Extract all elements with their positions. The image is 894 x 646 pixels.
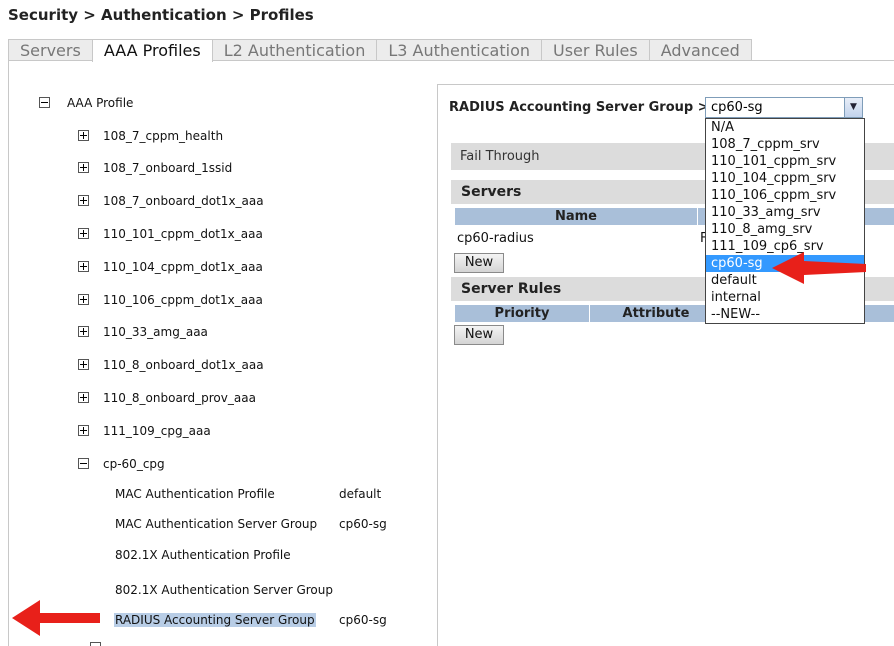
dropdown-option[interactable]: 110_33_amg_srv — [706, 204, 864, 221]
annotation-arrow-dropdown-icon — [772, 252, 866, 284]
tree-child-value: cp60-sg — [339, 613, 387, 627]
tree-child-value: cp60-sg — [339, 517, 387, 531]
expand-icon[interactable] — [78, 261, 89, 272]
expand-icon[interactable] — [78, 392, 89, 403]
tree-item-profile[interactable]: 108_7_onboard_1ssid — [103, 161, 232, 175]
dropdown-option[interactable]: --NEW-- — [706, 306, 864, 323]
tree-item-profile[interactable]: 110_104_cppm_dot1x_aaa — [103, 260, 263, 274]
expand-icon[interactable] — [78, 359, 89, 370]
breadcrumb: Security > Authentication > Profiles — [8, 6, 314, 24]
tree-child-label[interactable]: MAC Authentication Server Group — [115, 517, 317, 531]
column-header-name: Name — [554, 209, 597, 224]
select-value: cp60-sg — [711, 100, 763, 115]
column-header-priority: Priority — [494, 306, 550, 321]
expand-icon[interactable] — [78, 162, 89, 173]
content-border — [8, 61, 9, 646]
expand-icon[interactable] — [78, 326, 89, 337]
expand-icon[interactable] — [78, 228, 89, 239]
tab-aaa-profiles[interactable]: AAA Profiles — [91, 39, 213, 62]
tree-item-profile[interactable]: 110_8_onboard_prov_aaa — [103, 391, 256, 405]
tree-child-label[interactable]: 802.1X Authentication Profile — [115, 548, 291, 562]
dropdown-option[interactable]: 110_106_cppm_srv — [706, 187, 864, 204]
new-server-button[interactable]: New — [454, 253, 504, 273]
expand-icon[interactable] — [78, 130, 89, 141]
fail-through-label: Fail Through — [460, 149, 540, 164]
tree-item-profile[interactable]: 111_109_cpg_aaa — [103, 424, 211, 438]
tree-item-profile[interactable]: 110_106_cppm_dot1x_aaa — [103, 293, 263, 307]
tree-item-profile[interactable]: 108_7_cppm_health — [103, 129, 223, 143]
annotation-arrow-left-icon — [12, 600, 100, 636]
dropdown-option[interactable]: 110_101_cppm_srv — [706, 153, 864, 170]
tree-child-value: default — [339, 487, 382, 501]
tab-l3-authentication[interactable]: L3 Authentication — [376, 39, 542, 61]
server-group-dropdown-list: N/A 108_7_cppm_srv 110_101_cppm_srv 110_… — [705, 118, 865, 324]
collapse-icon[interactable] — [39, 97, 50, 108]
radius-accounting-server-group-label: RADIUS Accounting Server Group > — [449, 100, 709, 115]
dropdown-option[interactable]: 108_7_cppm_srv — [706, 136, 864, 153]
collapse-icon[interactable] — [90, 642, 101, 646]
tab-l2-authentication[interactable]: L2 Authentication — [211, 39, 378, 61]
server-row-name: cp60-radius — [457, 231, 534, 246]
tree-item-profile[interactable]: 108_7_onboard_dot1x_aaa — [103, 194, 264, 208]
tree-item-profile[interactable]: 110_101_cppm_dot1x_aaa — [103, 227, 263, 241]
tree-child-label-selected[interactable]: RADIUS Accounting Server Group — [114, 613, 316, 627]
expand-icon[interactable] — [78, 425, 89, 436]
tree-root-aaa-profile[interactable]: AAA Profile — [67, 96, 133, 110]
new-rule-button[interactable]: New — [454, 325, 504, 345]
tree-child-label[interactable]: 802.1X Authentication Server Group — [115, 583, 333, 597]
chevron-down-icon[interactable]: ▼ — [844, 98, 862, 117]
server-rules-header-label: Server Rules — [461, 281, 562, 297]
dropdown-option[interactable]: 110_8_amg_srv — [706, 221, 864, 238]
dropdown-option[interactable]: 110_104_cppm_srv — [706, 170, 864, 187]
tab-bar: Servers AAA Profiles L2 Authentication L… — [8, 39, 752, 62]
expand-icon[interactable] — [78, 294, 89, 305]
column-divider — [697, 208, 698, 225]
tab-user-rules[interactable]: User Rules — [541, 39, 650, 61]
dropdown-option[interactable]: N/A — [706, 119, 864, 136]
collapse-icon[interactable] — [78, 458, 89, 469]
dropdown-option[interactable]: internal — [706, 289, 864, 306]
tree-child-label[interactable]: MAC Authentication Profile — [115, 487, 275, 501]
server-group-select[interactable]: cp60-sg ▼ — [705, 97, 863, 118]
expand-icon[interactable] — [78, 195, 89, 206]
tree-item-expanded-profile[interactable]: cp-60_cpg — [103, 457, 165, 471]
column-header-attribute: Attribute — [622, 306, 690, 321]
tree-item-profile[interactable]: 110_33_amg_aaa — [103, 325, 208, 339]
tab-servers[interactable]: Servers — [8, 39, 93, 61]
tree-item-profile[interactable]: 110_8_onboard_dot1x_aaa — [103, 358, 264, 372]
servers-header-label: Servers — [461, 184, 522, 200]
tab-advanced[interactable]: Advanced — [648, 39, 752, 61]
